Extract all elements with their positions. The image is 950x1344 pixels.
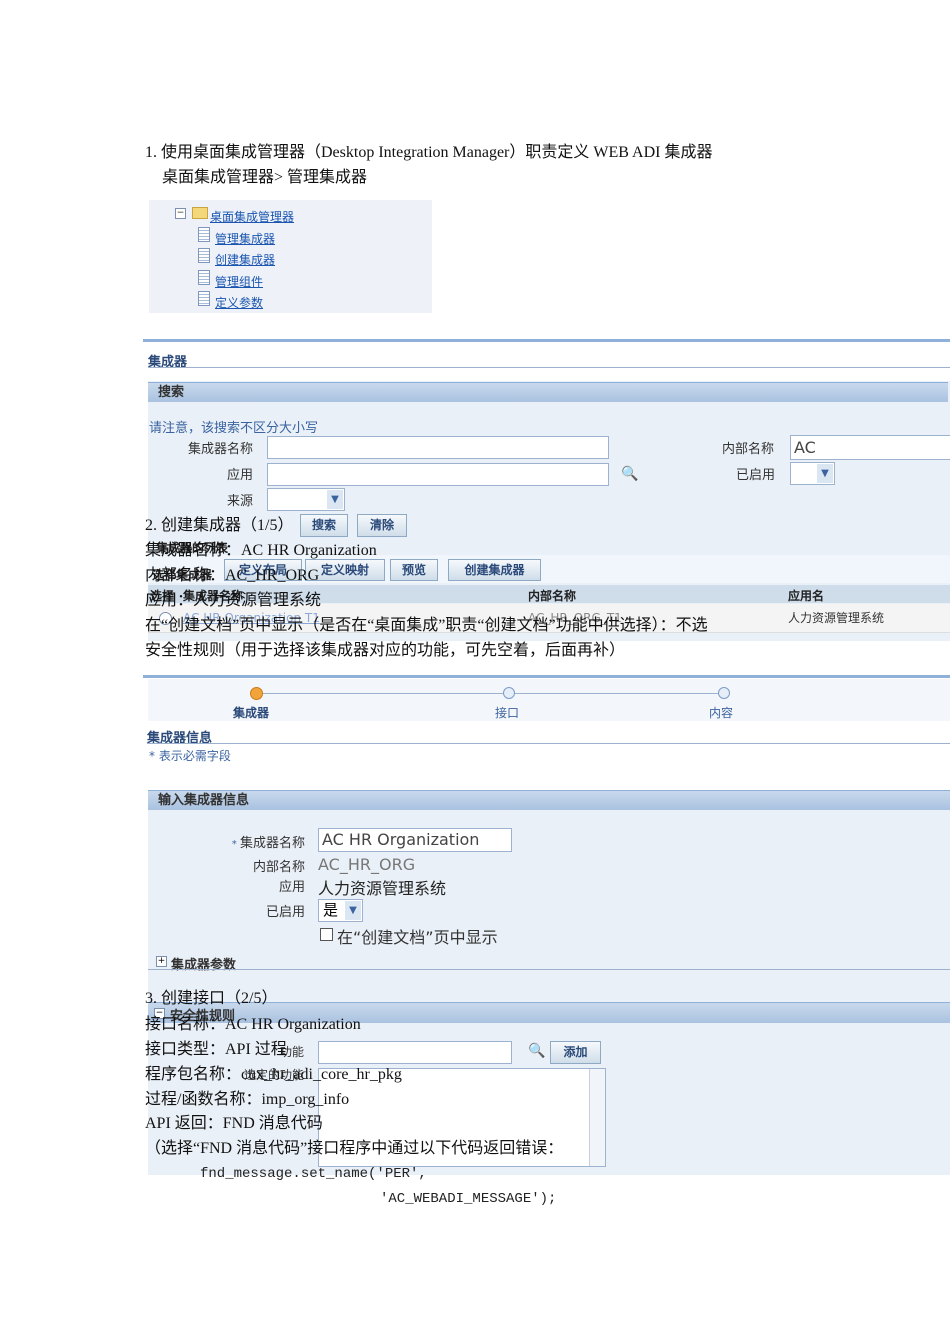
- doc-display-option: 在“创建文档”页中显示（是否在“桌面集成”职责“创建文档”功能中供选择）：不选: [145, 617, 708, 634]
- name-label: 集成器名称: [187, 442, 253, 457]
- doc-api-return: API 返回：FND 消息代码: [145, 1115, 323, 1132]
- preview-button[interactable]: 预览: [390, 559, 438, 581]
- document-icon: [198, 270, 210, 285]
- display-checkbox[interactable]: [320, 928, 333, 941]
- source-select[interactable]: ▼: [267, 488, 345, 511]
- required-note: * 表示必需字段: [149, 749, 231, 763]
- search-icon[interactable]: 🔍: [621, 466, 638, 482]
- enabled-select[interactable]: ▼: [790, 462, 835, 485]
- doc-interface-type: 接口类型：API 过程: [145, 1041, 287, 1058]
- enabled-label: 已启用: [265, 905, 305, 920]
- internal-name-input[interactable]: AC: [790, 435, 950, 460]
- add-button[interactable]: 添加: [550, 1041, 601, 1064]
- internal-name-label: 内部名称: [252, 860, 305, 875]
- create-integrator-button[interactable]: 创建集成器: [448, 559, 541, 581]
- tree-item-create[interactable]: 创建集成器: [215, 251, 275, 268]
- doc-fnd-note: （选择“FND 消息代码”接口程序中通过以下代码返回错误：: [145, 1140, 564, 1157]
- search-button[interactable]: 搜索: [300, 514, 348, 537]
- code-line-2: 'AC_WEBADI_MESSAGE');: [380, 1191, 557, 1207]
- tree-item-params[interactable]: 定义参数: [215, 294, 263, 311]
- train-step-content[interactable]: 内容: [709, 704, 733, 721]
- chevron-down-icon: ▼: [817, 464, 833, 483]
- chevron-down-icon: ▼: [345, 901, 361, 920]
- document-icon: [198, 248, 210, 263]
- app-value: 人力资源管理系统: [318, 879, 447, 898]
- doc-procedure-name: 过程/函数名称：imp_org_info: [145, 1091, 350, 1108]
- name-label: * 集成器名称: [231, 836, 305, 851]
- collapse-icon[interactable]: −: [175, 208, 186, 219]
- doc-internal-name: 内部名称：AC_HR_ORG: [145, 567, 320, 584]
- train-step-interface[interactable]: 接口: [495, 704, 519, 721]
- chevron-down-icon: ▼: [327, 490, 343, 509]
- source-label: 来源: [226, 494, 253, 509]
- doc-application: 应用：人力资源管理系统: [145, 592, 322, 609]
- integrator-name-input[interactable]: [267, 436, 609, 459]
- document-icon: [198, 227, 210, 242]
- function-input[interactable]: [318, 1041, 512, 1064]
- train-step-icon[interactable]: [718, 687, 730, 699]
- doc-security-rules: 安全性规则（用于选择该集成器对应的功能，可先空着，后面再补）: [145, 642, 626, 659]
- step1-heading: 1. 使用桌面集成管理器（Desktop Integration Manager…: [145, 144, 713, 161]
- tree-item-components[interactable]: 管理组件: [215, 273, 263, 290]
- search-icon[interactable]: 🔍: [528, 1043, 545, 1059]
- tree-item-manage[interactable]: 管理集成器: [215, 230, 275, 247]
- params-section[interactable]: 集成器参数: [171, 954, 236, 973]
- enabled-select[interactable]: 是 ▼: [318, 899, 363, 922]
- doc-interface-name: 接口名称：AC HR Organization: [145, 1016, 361, 1033]
- step1-path: 桌面集成管理器> 管理集成器: [162, 169, 368, 186]
- train-step-current-icon: [250, 687, 263, 700]
- display-checkbox-label: 在“创建文档”页中显示: [337, 928, 498, 947]
- clear-button[interactable]: 清除: [357, 514, 407, 537]
- train-step-integrator: 集成器: [233, 706, 270, 720]
- col-internal: 内部名称: [528, 589, 577, 603]
- train-step-icon[interactable]: [503, 687, 515, 699]
- document-icon: [198, 291, 210, 306]
- search-section-header: 搜索: [148, 382, 948, 402]
- app-label: 应用: [278, 880, 305, 895]
- tree-root-link[interactable]: 桌面集成管理器: [210, 208, 294, 225]
- app-label: 应用: [226, 468, 253, 483]
- menu-tree-screenshot: − 桌面集成管理器 管理集成器 创建集成器 管理组件 定义参数: [149, 200, 432, 313]
- document-page: 1. 使用桌面集成管理器（Desktop Integration Manager…: [0, 0, 950, 1344]
- scrollbar[interactable]: [589, 1069, 605, 1166]
- step3-heading: 3. 创建接口（2/5）: [145, 990, 278, 1007]
- doc-package-name: 程序包名称：cux_hr_adi_core_hr_pkg: [145, 1066, 402, 1083]
- input-section-header: 输入集成器信息: [148, 790, 950, 810]
- search-notice: 请注意，该搜索不区分大小写: [149, 421, 319, 436]
- row-app: 人力资源管理系统: [788, 611, 885, 625]
- enabled-label: 已启用: [736, 468, 776, 483]
- expand-icon[interactable]: +: [156, 956, 167, 967]
- internal-name-value: AC_HR_ORG: [318, 855, 416, 874]
- application-input[interactable]: [267, 463, 609, 486]
- internal-name-label: 内部名称: [722, 442, 775, 457]
- integrator-name-input[interactable]: AC HR Organization: [318, 828, 512, 852]
- col-app: 应用名: [788, 589, 825, 603]
- doc-integrator-name: 集成器名称：AC HR Organization: [145, 542, 377, 559]
- step2-heading: 2. 创建集成器（1/5）: [145, 517, 294, 534]
- code-line-1: fnd_message.set_name('PER',: [200, 1166, 427, 1182]
- folder-icon: [192, 207, 208, 219]
